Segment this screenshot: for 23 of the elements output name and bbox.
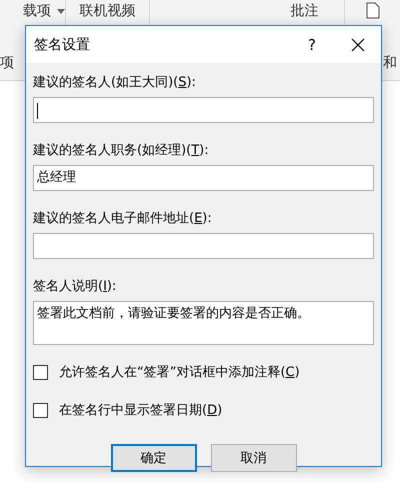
cancel-button[interactable]: 取消 (210, 444, 296, 472)
ribbon-label[interactable]: 联机视频 (80, 2, 136, 20)
ribbon-group-label: 项 (0, 54, 14, 72)
dialog-title: 签名设置 (34, 36, 91, 54)
text-area[interactable]: 签署此文档前，请验证要签署的内容是否正确。 (33, 301, 374, 345)
help-button[interactable]: ? (289, 26, 335, 63)
checkbox[interactable] (33, 364, 48, 380)
caret-icon (57, 8, 65, 14)
ribbon-label[interactable]: 批注 (290, 2, 318, 20)
input-field[interactable] (33, 97, 374, 123)
checkbox[interactable] (33, 402, 48, 418)
field-label: 建议的签名人电子邮件地址(E): (33, 210, 213, 227)
ribbon-label[interactable]: 载项 (23, 2, 65, 20)
field-label: 建议的签名人职务(如经理)(T): (33, 142, 210, 159)
field-label: 签名人说明(I): (33, 278, 118, 295)
field-label: 建议的签名人(如王大同)(S): (33, 74, 197, 91)
ribbon-group-label: 和 (383, 54, 398, 72)
input-field[interactable] (33, 233, 374, 259)
input-field[interactable]: 总经理 (33, 165, 374, 191)
checkbox-label: 允许签名人在“签署”对话框中添加注释(C) (59, 364, 300, 381)
ok-button[interactable]: 确定 (110, 444, 196, 472)
close-icon (351, 38, 365, 52)
checkbox-label: 在签名行中显示签署日期(D) (59, 402, 222, 419)
